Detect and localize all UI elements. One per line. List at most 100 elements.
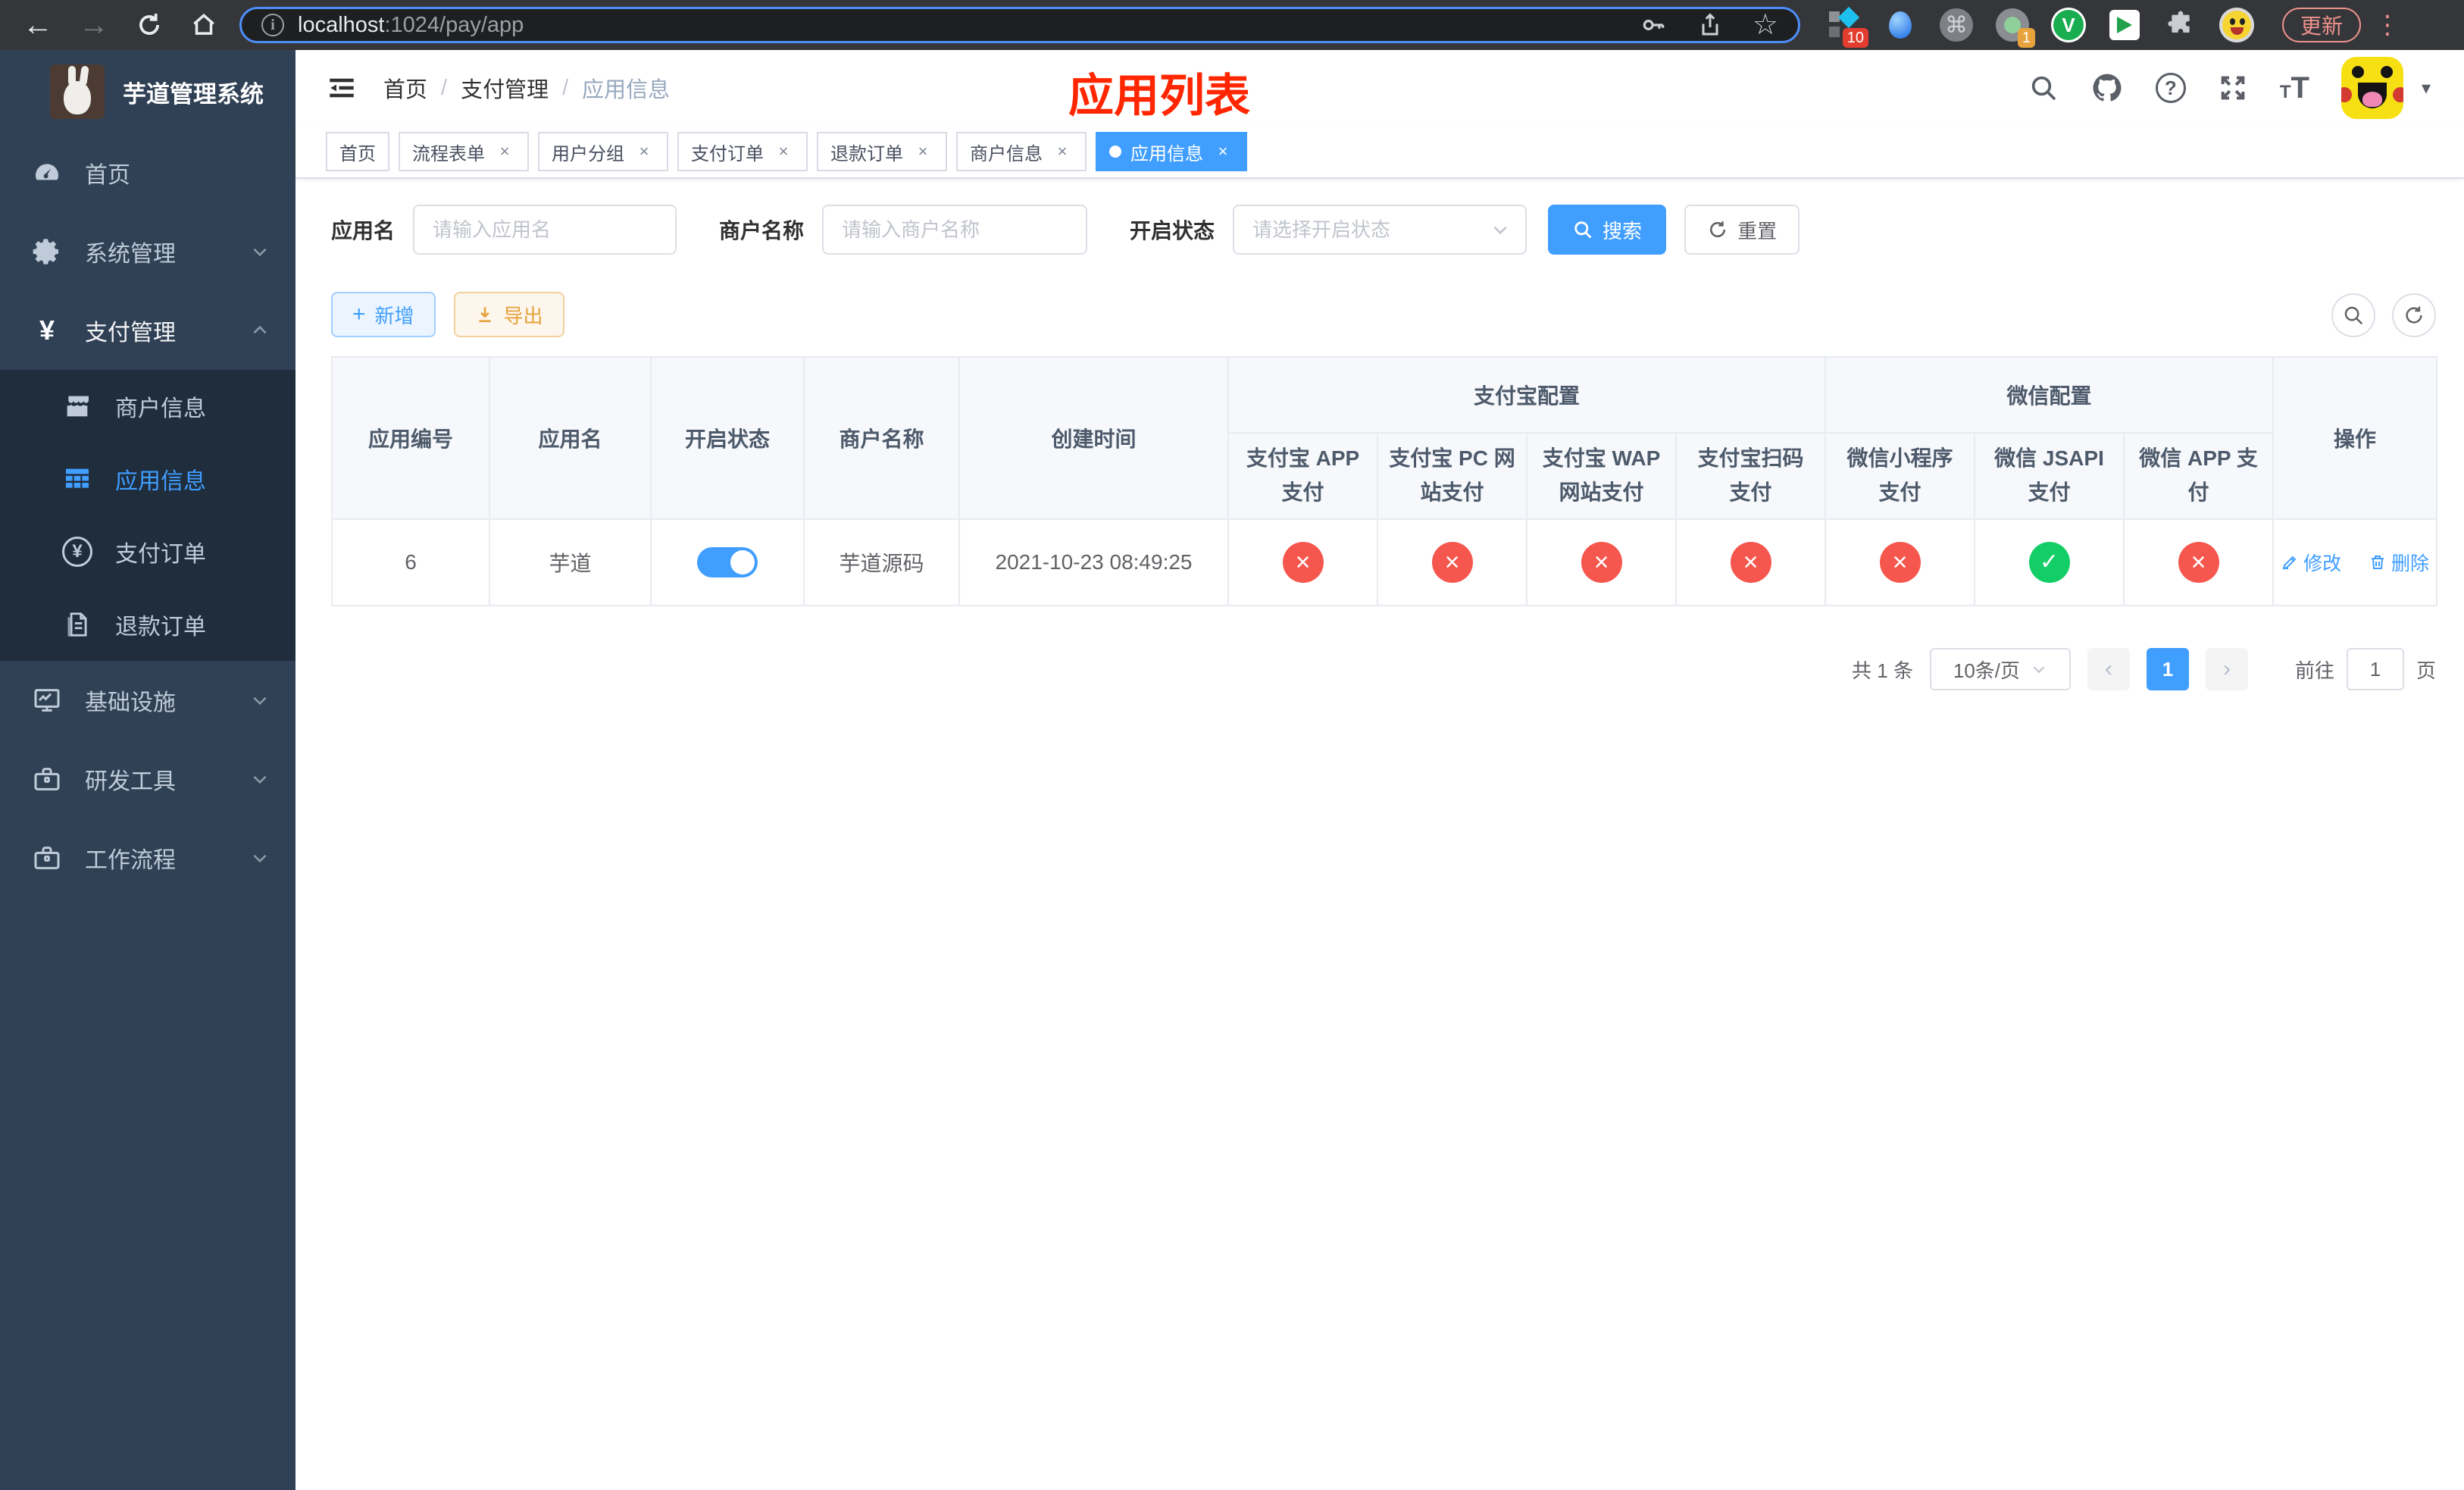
chevron-down-icon (2031, 661, 2047, 678)
export-button[interactable]: 导出 (453, 292, 564, 337)
yen-circle-icon: ¥ (59, 537, 95, 567)
sidebar-item-workflow[interactable]: 工作流程 (0, 819, 295, 897)
search-icon[interactable] (2028, 73, 2059, 103)
briefcase-icon (29, 764, 65, 794)
breadcrumb-separator: / (562, 75, 569, 100)
edit-link[interactable]: 修改 (2281, 549, 2341, 576)
extension-badge: 1 (2017, 28, 2035, 48)
extension-diamond-icon[interactable]: 10 (1826, 6, 1868, 48)
yen-icon: ¥ (39, 315, 55, 346)
sidebar-item-home[interactable]: 首页 (0, 133, 295, 212)
tab-close-icon[interactable]: × (633, 141, 655, 162)
page-size-select[interactable]: 10条/页 (1929, 648, 2071, 690)
status-select-input[interactable] (1233, 205, 1527, 255)
sidebar-item-label: 应用信息 (115, 469, 206, 494)
home-icon[interactable] (189, 11, 218, 39)
document-icon (59, 610, 95, 639)
password-key-icon[interactable] (1639, 11, 1668, 39)
goto-page-input[interactable] (2346, 648, 2404, 690)
sidebar-item-payment[interactable]: ¥ 支付管理 (0, 291, 295, 370)
sidebar-item-infrastructure[interactable]: 基础设施 (0, 661, 295, 740)
share-icon[interactable] (1696, 11, 1724, 39)
tab-process-form[interactable]: 流程表单 × (399, 132, 529, 171)
sidebar-item-refund-orders[interactable]: 退款订单 (0, 588, 295, 661)
app-logo (50, 64, 105, 119)
breadcrumb-payment[interactable]: 支付管理 (461, 72, 549, 104)
status-toggle[interactable] (697, 547, 758, 578)
sidebar-item-app-info[interactable]: 应用信息 (0, 443, 295, 515)
tab-home[interactable]: 首页 (326, 132, 389, 171)
profile-avatar-icon[interactable] (2219, 7, 2255, 43)
back-icon[interactable]: ← (23, 0, 53, 50)
grid-icon (59, 464, 95, 494)
fullscreen-icon[interactable] (2218, 73, 2248, 103)
navbar-actions: ? TT ▾ (2028, 57, 2464, 119)
status-label: 开启状态 (1130, 219, 1215, 243)
monitor-chart-icon (29, 685, 65, 715)
user-avatar[interactable] (2340, 57, 2403, 119)
tab-refund-orders[interactable]: 退款订单 × (817, 132, 947, 171)
next-page-button[interactable]: › (2205, 648, 2248, 690)
reload-icon[interactable] (135, 11, 164, 39)
breadcrumb-home[interactable]: 首页 (383, 72, 427, 104)
delete-link[interactable]: 删除 (2369, 549, 2429, 576)
github-icon[interactable] (2090, 71, 2124, 105)
browser-menu-icon[interactable]: ⋮ (2375, 10, 2400, 40)
col-alipay-scan: 支付宝扫码支付 (1674, 432, 1827, 520)
breadcrumb-separator: / (441, 75, 448, 100)
collapse-sidebar-icon[interactable] (326, 72, 358, 104)
site-info-icon[interactable]: i (261, 14, 284, 36)
total-count: 共 1 条 (1852, 659, 1913, 682)
app-table: 应用编号 应用名 开启状态 商户名称 创建时间 支付宝配置 微信配置 操作 支付… (331, 356, 2438, 606)
status-select[interactable] (1233, 205, 1527, 255)
sidebar-item-system[interactable]: 系统管理 (0, 212, 295, 291)
forward-icon[interactable]: → (79, 0, 109, 50)
col-merchant: 商户名称 (803, 356, 960, 520)
search-button[interactable]: 搜索 (1548, 205, 1667, 255)
table-toolbar: + 新增 导出 (331, 292, 564, 337)
goto-label: 前往 (2294, 659, 2334, 682)
tab-user-group[interactable]: 用户分组 × (538, 132, 668, 171)
prev-page-button[interactable]: ‹ (2087, 648, 2130, 690)
tab-merchant-info[interactable]: 商户信息 × (956, 132, 1087, 171)
tab-close-icon[interactable]: × (912, 141, 933, 162)
refresh-table-button[interactable] (2392, 293, 2436, 337)
extension-v-icon[interactable]: V (2050, 7, 2087, 43)
tab-pay-orders[interactable]: 支付订单 × (677, 132, 808, 171)
sidebar-item-merchant-info[interactable]: 商户信息 (0, 370, 295, 443)
help-icon[interactable]: ? (2155, 73, 2186, 103)
url-bar[interactable]: i localhost:1024/pay/app ☆ (239, 7, 1800, 43)
extension-session-icon[interactable]: 1 (1994, 7, 2035, 48)
chevron-down-icon (250, 848, 270, 868)
tab-close-icon[interactable]: × (1212, 141, 1234, 162)
trash-icon (2371, 555, 2384, 569)
font-size-icon[interactable]: TT (2280, 71, 2309, 105)
plus-icon: + (352, 302, 366, 327)
pay-status-icon (2028, 542, 2070, 583)
app-logo-row[interactable]: 芋道管理系统 (0, 50, 295, 133)
tab-close-icon[interactable]: × (1052, 141, 1073, 162)
extension-doc-icon[interactable] (2106, 7, 2143, 43)
bookmark-star-icon[interactable]: ☆ (1753, 11, 1778, 39)
toggle-search-button[interactable] (2331, 293, 2375, 337)
chrome-update-button[interactable]: 更新 (2282, 8, 2362, 42)
browser-extensions: 10 ⌘ 1 V (1826, 6, 2255, 48)
chevron-down-icon (250, 242, 270, 261)
app-name-input[interactable] (413, 205, 677, 255)
avatar-caret-icon[interactable]: ▾ (2422, 77, 2431, 99)
merchant-name-input[interactable] (822, 205, 1088, 255)
extension-command-icon[interactable]: ⌘ (1938, 7, 1975, 43)
add-button[interactable]: + 新增 (331, 292, 436, 337)
tab-app-info[interactable]: 应用信息 × (1096, 132, 1247, 171)
sidebar-item-dev-tools[interactable]: 研发工具 (0, 740, 295, 819)
sidebar-item-pay-orders[interactable]: ¥ 支付订单 (0, 515, 295, 588)
reset-button[interactable]: 重置 (1684, 205, 1800, 255)
page-number-1[interactable]: 1 (2146, 648, 2189, 690)
extension-balloon-icon[interactable] (1882, 7, 1918, 43)
tab-close-icon[interactable]: × (494, 141, 515, 162)
col-actions: 操作 (2272, 356, 2438, 520)
cell-app-id: 6 (331, 518, 490, 606)
url-text[interactable]: localhost:1024/pay/app (298, 13, 1639, 38)
tab-close-icon[interactable]: × (773, 141, 794, 162)
extensions-puzzle-icon[interactable] (2162, 7, 2199, 43)
